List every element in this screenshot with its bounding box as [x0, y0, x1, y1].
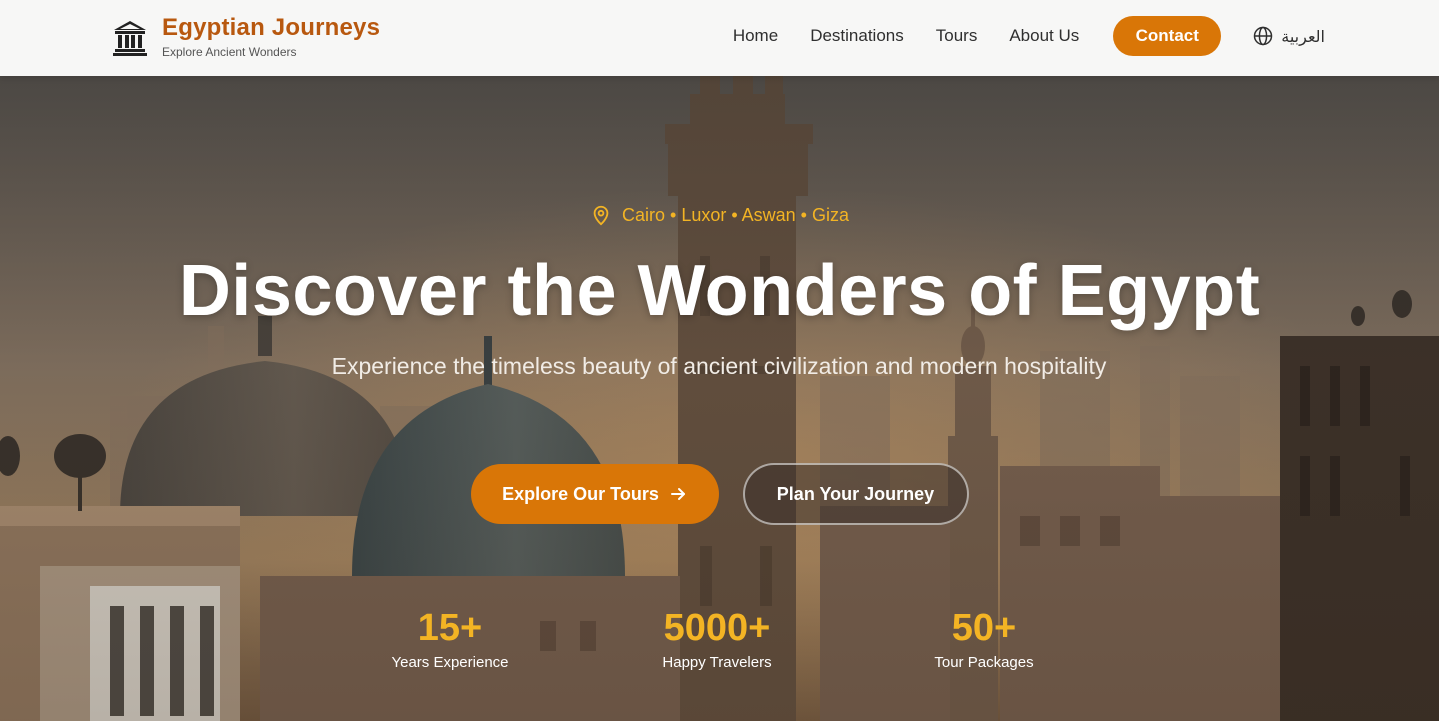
hero-cta-row: Explore Our Tours Plan Your Journey — [0, 463, 1439, 525]
explore-tours-button[interactable]: Explore Our Tours — [470, 464, 719, 524]
hero-stats: 15+ Years Experience 5000+ Happy Travele… — [0, 606, 1439, 686]
hero-content: Cairo • Luxor • Aswan • Giza Discover th… — [0, 76, 1439, 721]
hero-title: Discover the Wonders of Egypt — [178, 251, 1261, 331]
nav-tours-link[interactable]: Tours — [936, 16, 978, 56]
language-label: العربية — [1281, 26, 1325, 46]
site-header: Egyptian Journeys Explore Ancient Wonder… — [0, 0, 1439, 76]
main-nav: Home Destinations Tours About Us Contact… — [733, 16, 1325, 56]
stat-label: Happy Travelers — [662, 654, 772, 671]
stat-value: 50+ — [951, 607, 1017, 649]
stat-value: 15+ — [417, 607, 483, 649]
stat-tour-packages: 50+ Tour Packages — [874, 606, 1094, 671]
locations-text: Cairo • Luxor • Aswan • Giza — [622, 204, 849, 225]
stat-value: 5000+ — [663, 607, 771, 649]
plan-journey-button[interactable]: Plan Your Journey — [742, 463, 969, 525]
brand[interactable]: Egyptian Journeys Explore Ancient Wonder… — [112, 14, 380, 60]
stat-happy-travelers: 5000+ Happy Travelers — [607, 606, 827, 671]
brand-tagline: Explore Ancient Wonders — [162, 45, 297, 59]
stat-years-experience: 15+ Years Experience — [340, 606, 560, 671]
nav-destinations-link[interactable]: Destinations — [810, 16, 904, 56]
language-switcher[interactable]: العربية — [1253, 26, 1325, 46]
brand-name: Egyptian Journeys — [162, 14, 381, 41]
hero-section: Cairo • Luxor • Aswan • Giza Discover th… — [0, 76, 1439, 721]
map-pin-icon — [593, 205, 609, 226]
temple-icon — [113, 21, 147, 56]
hero-subtitle: Experience the timeless beauty of ancien… — [331, 353, 1107, 379]
explore-tours-label: Explore Our Tours — [502, 483, 659, 504]
globe-icon — [1254, 26, 1273, 46]
contact-button[interactable]: Contact — [1113, 16, 1222, 56]
stat-label: Tour Packages — [934, 654, 1034, 671]
stat-label: Years Experience — [391, 654, 509, 671]
arrow-right-icon — [670, 488, 685, 500]
nav-home-link[interactable]: Home — [733, 16, 778, 56]
nav-about-link[interactable]: About Us — [1009, 16, 1079, 56]
hero-locations: Cairo • Luxor • Aswan • Giza — [0, 204, 1439, 226]
